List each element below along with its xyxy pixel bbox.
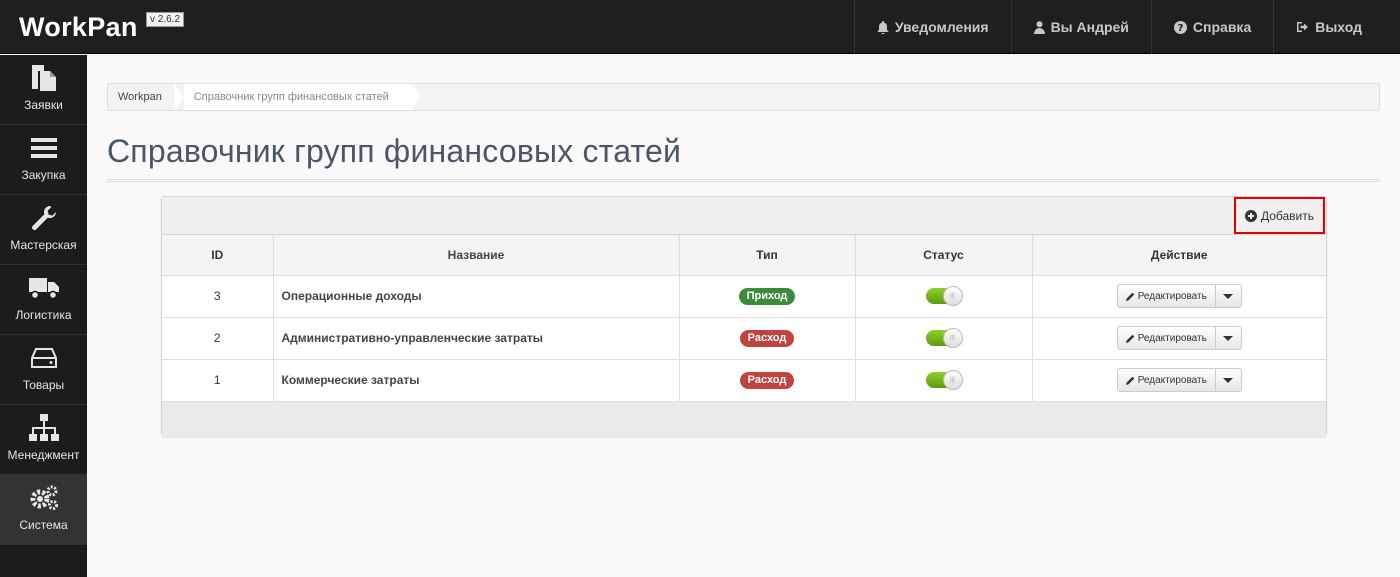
nav-help[interactable]: ? Справка — [1150, 0, 1273, 54]
truck-icon — [28, 278, 59, 300]
bell-icon — [877, 20, 889, 34]
caret-down-icon — [1223, 293, 1234, 299]
col-header-id[interactable]: ID — [162, 235, 274, 276]
pencil-icon — [1125, 292, 1135, 301]
sidebar-item-label: Закупка — [21, 168, 66, 182]
sidebar-item-label: Мастерская — [10, 238, 77, 252]
type-badge-expense: Расход — [739, 371, 795, 389]
status-toggle[interactable]: ||| — [925, 328, 963, 348]
sidebar-item-label: Менеджмент — [7, 448, 80, 462]
nav-logout[interactable]: Выход — [1273, 0, 1400, 54]
row-id: 1 — [162, 359, 274, 402]
col-header-status[interactable]: Статус — [855, 235, 1033, 276]
edit-button-label: Редактировать — [1137, 290, 1207, 302]
edit-button[interactable]: Редактировать — [1116, 284, 1216, 308]
svg-text:?: ? — [1178, 23, 1184, 34]
user-icon — [1033, 20, 1045, 34]
table-header-row: ID Название Тип Статус Действие — [162, 235, 1326, 276]
breadcrumb-home[interactable]: Workpan — [108, 84, 184, 110]
table-row: 1 Коммерческие затраты Расход ||| Редакт… — [162, 359, 1326, 402]
drive-icon — [30, 348, 57, 368]
col-header-name[interactable]: Название — [273, 235, 680, 276]
title-divider — [107, 179, 1380, 182]
row-id: 3 — [162, 275, 274, 318]
sidebar-item-system[interactable]: Система — [0, 475, 87, 545]
type-badge-income: Приход — [738, 287, 796, 305]
action-button-group: Редактировать — [1116, 326, 1242, 350]
row-id: 2 — [162, 317, 274, 360]
row-name: Административно-управленческие затраты — [273, 317, 680, 360]
sidebar-item-goods[interactable]: Товары — [0, 335, 87, 405]
action-dropdown-toggle[interactable] — [1215, 368, 1242, 392]
groups-table: ID Название Тип Статус Действие 3 Операц… — [162, 235, 1326, 402]
edit-button[interactable]: Редактировать — [1116, 326, 1216, 350]
pencil-icon — [1125, 376, 1135, 385]
nav-help-label: Справка — [1192, 19, 1252, 35]
main-content: Workpan Справочник групп финансовых стат… — [88, 55, 1400, 577]
sidebar-item-label: Логистика — [15, 308, 72, 322]
plus-circle-icon — [1244, 209, 1257, 222]
top-bar: WorkPan v 2.6.2 Уведомления Вы Андрей ? … — [0, 0, 1400, 54]
toggle-knob: ||| — [942, 286, 963, 306]
sidebar: Заявки Закупка Мастерская Логистика Това… — [0, 55, 87, 577]
documents-icon — [31, 65, 56, 91]
page-title: Справочник групп финансовых статей — [107, 133, 682, 169]
gears-icon — [30, 485, 58, 510]
nav-user-label: Вы Андрей — [1050, 19, 1129, 35]
add-button-label: Добавить — [1260, 208, 1315, 223]
version-badge: v 2.6.2 — [146, 12, 185, 27]
sidebar-item-logistics[interactable]: Логистика — [0, 265, 87, 335]
panel-footer — [162, 401, 1326, 438]
sitemap-icon — [28, 414, 59, 441]
toggle-knob: ||| — [942, 370, 963, 390]
toggle-knob: ||| — [942, 328, 963, 348]
nav-logout-label: Выход — [1315, 19, 1362, 35]
col-header-action: Действие — [1032, 235, 1326, 276]
breadcrumb: Workpan Справочник групп финансовых стат… — [107, 83, 1380, 111]
nav-user[interactable]: Вы Андрей — [1010, 0, 1151, 54]
panel-toolbar: Добавить — [162, 197, 1326, 235]
caret-down-icon — [1223, 335, 1234, 341]
breadcrumb-current: Справочник групп финансовых статей — [183, 84, 421, 110]
sidebar-item-management[interactable]: Менеджмент — [0, 405, 87, 475]
nav-notifications-label: Уведомления — [894, 19, 989, 35]
pencil-icon — [1125, 334, 1135, 343]
wrench-icon — [31, 205, 56, 230]
bars-icon — [30, 138, 57, 158]
action-dropdown-toggle[interactable] — [1215, 284, 1242, 308]
brand-logo[interactable]: WorkPan — [19, 12, 138, 43]
row-name: Операционные доходы — [273, 275, 680, 318]
col-header-type[interactable]: Тип — [679, 235, 856, 276]
add-button[interactable]: Добавить — [1234, 197, 1325, 234]
caret-down-icon — [1223, 377, 1234, 383]
row-name: Коммерческие затраты — [273, 359, 680, 402]
nav-notifications[interactable]: Уведомления — [853, 0, 1011, 54]
table-row: 3 Операционные доходы Приход ||| Редакти… — [162, 275, 1326, 318]
sidebar-item-label: Товары — [22, 378, 65, 392]
action-button-group: Редактировать — [1116, 368, 1242, 392]
edit-button-label: Редактировать — [1137, 332, 1207, 344]
action-button-group: Редактировать — [1116, 284, 1242, 308]
type-badge-expense: Расход — [739, 329, 795, 347]
status-toggle[interactable]: ||| — [925, 286, 963, 306]
logout-icon — [1297, 22, 1309, 32]
table-row: 2 Административно-управленческие затраты… — [162, 317, 1326, 360]
edit-button-label: Редактировать — [1137, 374, 1207, 386]
sidebar-item-purchase[interactable]: Закупка — [0, 125, 87, 195]
sidebar-item-workshop[interactable]: Мастерская — [0, 195, 87, 265]
top-nav: Уведомления Вы Андрей ? Справка Выход — [853, 0, 1400, 54]
status-toggle[interactable]: ||| — [925, 370, 963, 390]
sidebar-item-requests[interactable]: Заявки — [0, 55, 87, 125]
sidebar-item-label: Заявки — [24, 98, 63, 112]
action-dropdown-toggle[interactable] — [1215, 326, 1242, 350]
edit-button[interactable]: Редактировать — [1116, 368, 1216, 392]
sidebar-item-label: Система — [19, 518, 68, 532]
table-panel: Добавить ID Название Тип Статус Действие… — [161, 196, 1327, 438]
help-icon: ? — [1173, 20, 1187, 34]
